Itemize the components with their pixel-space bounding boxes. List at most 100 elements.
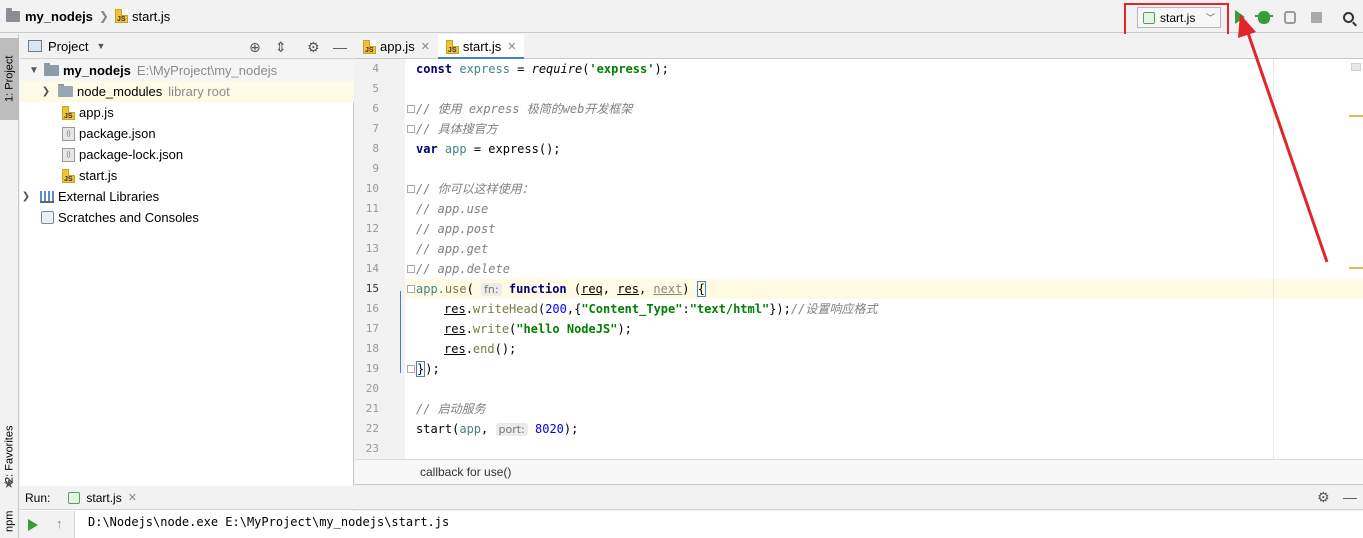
chevron-right-icon[interactable]: ❯ <box>20 191 32 202</box>
code-line-8: var app = express(); <box>416 142 561 156</box>
project-panel-header: Project ▼ ⊕ ⇕ ⚙ — <box>20 34 354 59</box>
fold-marker-icon[interactable] <box>407 365 415 373</box>
fold-marker-icon[interactable] <box>407 125 415 133</box>
line-number: 19 <box>365 362 379 375</box>
search-icon <box>1342 11 1354 23</box>
arrow-up-icon[interactable]: ↑ <box>56 516 63 531</box>
line-number: 22 <box>365 422 379 435</box>
tree-item-label: External Libraries <box>58 189 160 204</box>
indent-guide <box>400 291 401 373</box>
fold-marker-icon[interactable] <box>407 265 415 273</box>
coverage-button[interactable] <box>1282 9 1298 25</box>
tree-item-app-js[interactable]: JS app.js <box>20 102 354 123</box>
folder-icon <box>6 7 20 22</box>
nodejs-config-icon <box>1143 11 1155 24</box>
play-icon <box>1235 10 1245 24</box>
line-number: 11 <box>365 202 379 215</box>
run-tab-label: start.js <box>86 490 122 505</box>
project-tree: ▼ my_nodejs E:\MyProject\my_nodejs ❯ nod… <box>20 60 354 538</box>
breadcrumb: my_nodejs ❯ JS start.js <box>0 0 170 33</box>
chevron-right-icon[interactable]: ❯ <box>40 86 52 97</box>
line-number: 8 <box>372 142 379 155</box>
line-number: 13 <box>365 242 379 255</box>
tree-item-package-json[interactable]: {} package.json <box>20 123 354 144</box>
tree-item-label: app.js <box>79 105 114 120</box>
rerun-icon[interactable] <box>28 519 38 531</box>
parameter-hint: port: <box>495 423 528 436</box>
line-number: 4 <box>372 62 379 75</box>
scrollbar-marker[interactable] <box>1349 267 1363 269</box>
bug-icon <box>1255 10 1273 24</box>
line-number: 14 <box>365 262 379 275</box>
fold-gutter <box>405 59 415 459</box>
inspection-status-icon[interactable] <box>1351 63 1361 71</box>
line-number: 20 <box>365 382 379 395</box>
run-configuration-label: start.js <box>1160 10 1196 25</box>
js-file-icon: JS <box>62 105 75 120</box>
run-tab-start-js[interactable]: start.js ✕ <box>68 491 137 505</box>
gear-icon[interactable]: ⚙ <box>307 39 320 56</box>
breadcrumb-file[interactable]: start.js <box>132 9 170 24</box>
scrollbar-marker[interactable] <box>1349 115 1363 117</box>
project-panel-title[interactable]: Project <box>48 39 88 54</box>
editor-breadcrumb[interactable]: callback for use() <box>420 465 511 479</box>
hide-icon[interactable]: — <box>333 39 347 55</box>
code-line-4: const express = require('express'); <box>416 62 669 76</box>
line-number: 17 <box>365 322 379 335</box>
line-number: 9 <box>372 162 379 175</box>
js-file-icon: JS <box>445 39 459 54</box>
run-console[interactable]: ↑ D:\Nodejs\node.exe E:\MyProject\my_nod… <box>20 511 1363 538</box>
code-line-21: // 启动服务 <box>416 402 486 416</box>
line-number: 23 <box>365 442 379 455</box>
fold-marker-icon[interactable] <box>407 105 415 113</box>
close-icon[interactable]: ✕ <box>507 40 516 53</box>
code-line-17: res.write("hello NodeJS"); <box>444 322 632 336</box>
gear-icon[interactable]: ⚙ <box>1317 489 1330 506</box>
line-number: 21 <box>365 402 379 415</box>
line-number: 18 <box>365 342 379 355</box>
tab-app-js[interactable]: JS app.js ✕ <box>355 34 438 59</box>
tree-item-label: package-lock.json <box>79 147 184 162</box>
editor-tabs: JS app.js ✕ JS start.js ✕ <box>355 34 1363 60</box>
tree-item-project-root[interactable]: ▼ my_nodejs E:\MyProject\my_nodejs <box>20 60 354 81</box>
breadcrumb-project[interactable]: my_nodejs <box>25 9 93 24</box>
project-tool-tab[interactable]: 1: Project <box>0 38 19 120</box>
tree-item-package-lock-json[interactable]: {} package-lock.json <box>20 144 354 165</box>
search-everywhere-button[interactable] <box>1340 9 1356 25</box>
fold-marker-icon[interactable] <box>407 185 415 193</box>
nodejs-config-icon <box>68 491 81 504</box>
folder-icon <box>58 84 73 97</box>
fold-marker-icon[interactable] <box>407 285 415 293</box>
code-editor[interactable]: 4 5 6 7 8 9 10 11 12 13 14 15 16 17 18 19 20 21 22 23 const… <box>355 59 1363 459</box>
line-number: 7 <box>372 122 379 135</box>
folder-icon <box>44 63 59 76</box>
locate-icon[interactable]: ⊕ <box>249 39 261 56</box>
chevron-down-icon[interactable]: ▼ <box>96 41 105 51</box>
tree-item-external-libraries[interactable]: ❯ External Libraries <box>20 186 354 207</box>
close-icon[interactable]: ✕ <box>128 491 137 504</box>
code-line-15: app.use( fn: function (req, res, next) { <box>416 281 706 297</box>
code-line-7: // 具体搜官方 <box>416 122 498 136</box>
hide-icon[interactable]: — <box>1343 489 1357 505</box>
code-line-6: // 使用 express 极简的web开发框架 <box>416 102 633 116</box>
run-button[interactable] <box>1232 9 1248 25</box>
tree-item-start-js[interactable]: JS start.js <box>20 165 354 186</box>
code-line-14: // app.delete <box>416 262 510 276</box>
close-icon[interactable]: ✕ <box>421 40 430 53</box>
tree-item-scratches[interactable]: Scratches and Consoles <box>20 207 354 228</box>
stop-button[interactable] <box>1308 9 1324 25</box>
tree-item-label: package.json <box>79 126 156 141</box>
line-number: 5 <box>372 82 379 95</box>
tab-start-js[interactable]: JS start.js ✕ <box>437 34 525 60</box>
npm-tool-tab[interactable]: npm <box>0 504 19 538</box>
tree-item-node-modules[interactable]: ❯ node_modules library root <box>20 81 354 102</box>
chevron-down-icon[interactable]: ▼ <box>28 65 40 76</box>
library-root-hint: library root <box>168 84 230 99</box>
debug-button[interactable] <box>1255 9 1273 25</box>
scratches-icon <box>41 211 54 224</box>
tree-item-label: node_modules <box>77 84 163 99</box>
tree-item-path: E:\MyProject\my_nodejs <box>136 63 278 78</box>
run-configuration-selector[interactable]: start.js ﹀ <box>1137 7 1221 28</box>
collapse-all-icon[interactable]: ⇕ <box>275 39 287 56</box>
code-line-13: // app.get <box>416 242 489 256</box>
